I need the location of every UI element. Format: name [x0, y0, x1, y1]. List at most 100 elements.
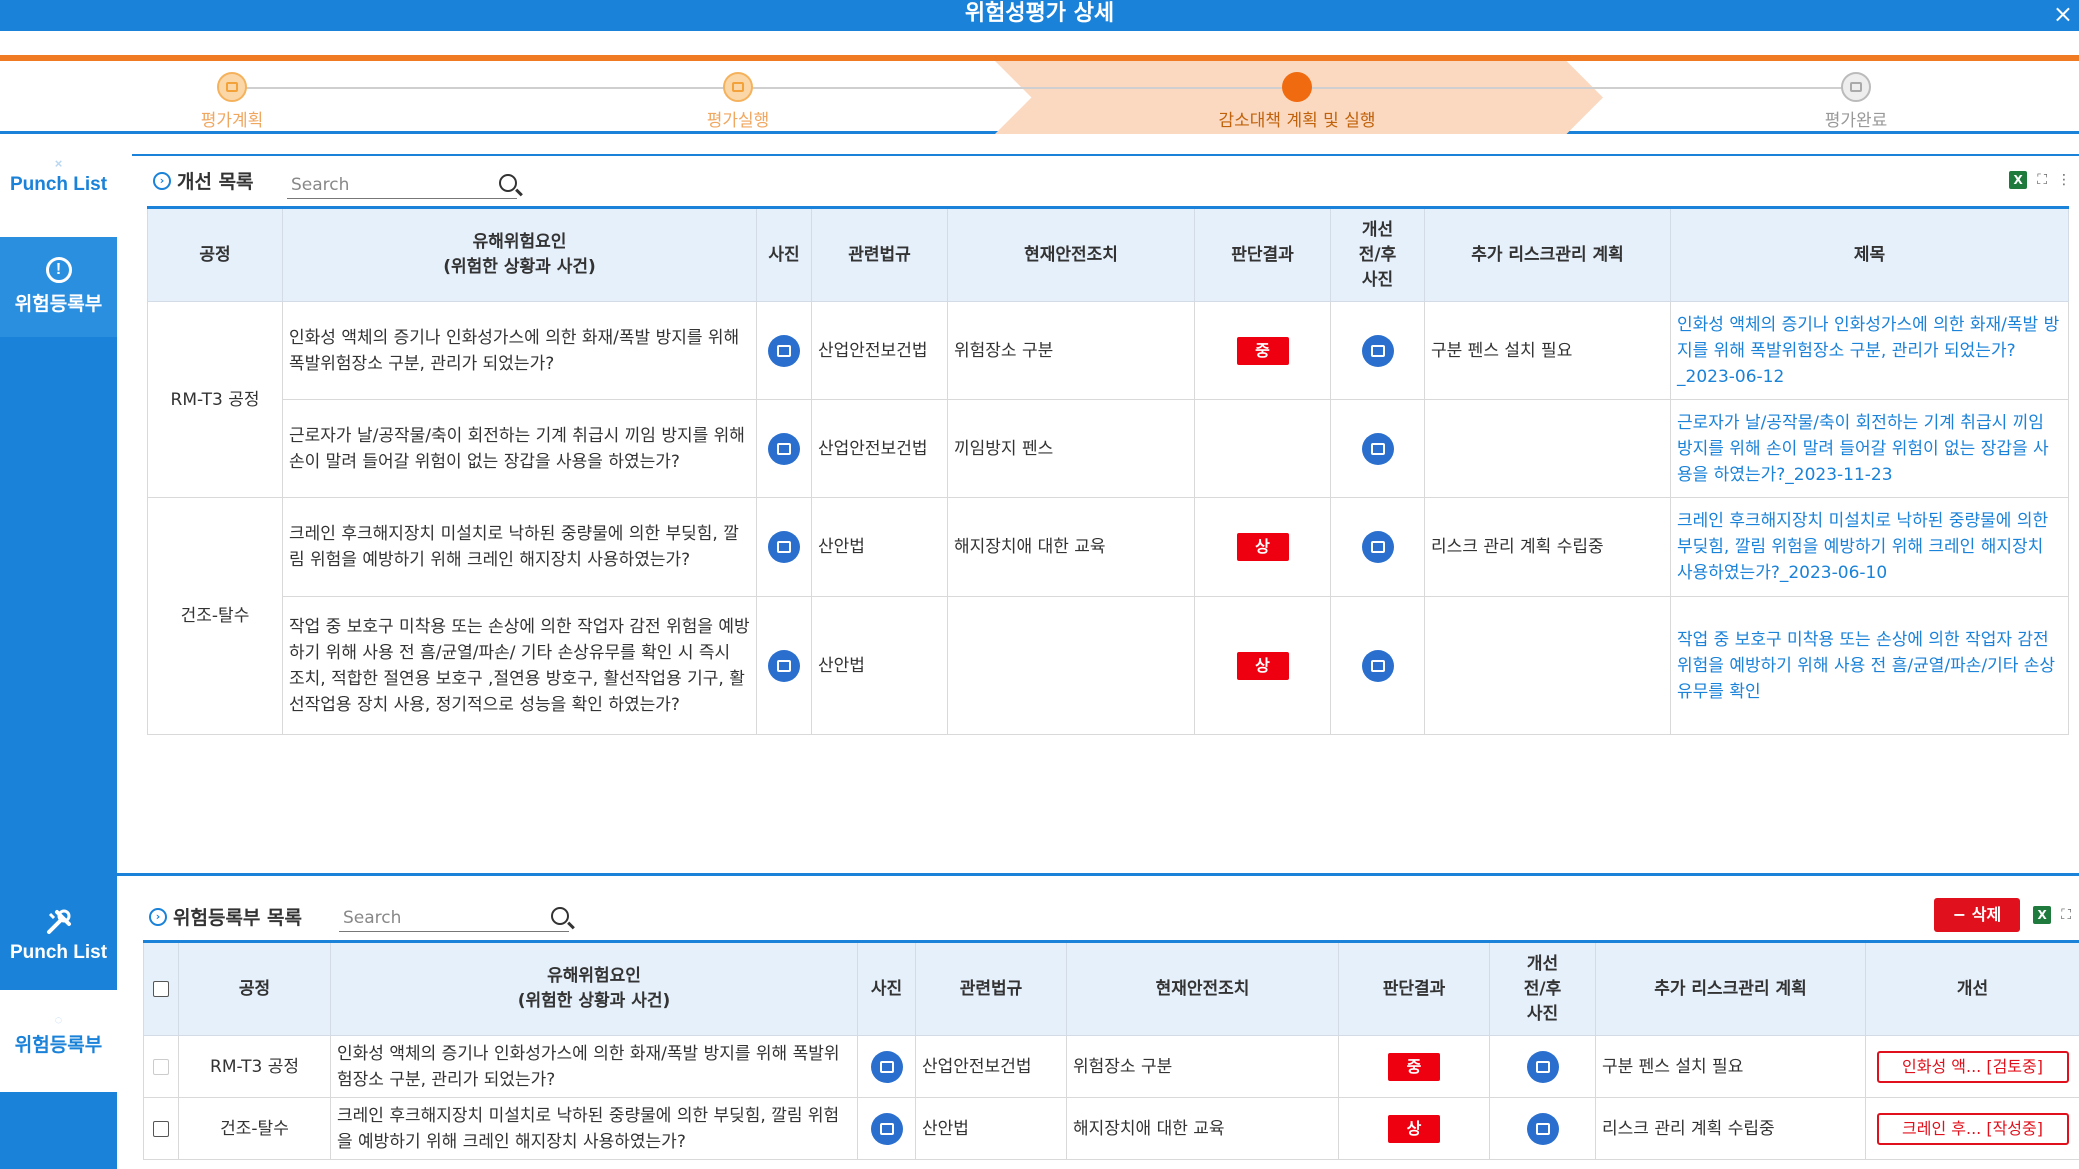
plan-cell: 구분 펜스 설치 필요 [1595, 1035, 1866, 1098]
step-plan[interactable]: 평가계획 [132, 72, 332, 131]
law-cell: 산안법 [811, 596, 948, 735]
alert-icon: ! [45, 257, 72, 283]
image-icon[interactable] [1361, 432, 1394, 465]
before-after-photo-cell [1489, 1035, 1596, 1098]
image-icon[interactable] [1361, 334, 1394, 367]
process-cell: 건조-탈수 [178, 1097, 331, 1160]
excel-icon[interactable]: X [2033, 906, 2052, 924]
step-mitigation[interactable]: 감소대책 계획 및 실행 [1197, 72, 1397, 131]
window-titlebar: 위험성평가 상세 × [0, 0, 2079, 31]
step-complete[interactable]: 평가완료 [1756, 72, 1956, 131]
table-row[interactable]: RM-T3 공정 인화성 액체의 증기나 인화성가스에 의한 화재/폭발 방지를… [147, 301, 2069, 498]
col-process: 공정 [147, 207, 283, 302]
sidebar-item-label: Punch List [9, 174, 108, 195]
photo-cell [756, 497, 812, 597]
image-icon[interactable] [768, 334, 800, 367]
image-icon[interactable] [768, 432, 800, 465]
sidebar-item-punch-list[interactable]: × Punch List [0, 134, 117, 237]
measure-cell: 해지장치애 대한 교육 [1066, 1097, 1339, 1160]
table-row[interactable]: 근로자가 날/공작물/축이 회전하는 기계 취급시 끼임 방지를 위해 손이 말… [148, 399, 2069, 498]
title-link[interactable]: 크레인 후크해지장치 미설치로 낙하된 중량물에 의한 부딪힘, 깔림 위험을 … [1670, 497, 2069, 597]
close-icon: × [54, 156, 63, 171]
improve-cell: 인화성 액... [검토중] [1865, 1035, 2079, 1098]
progress-stepper: 평가계획 평가실행 감소대책 계획 및 실행 평가완료 [0, 61, 2079, 134]
search-icon[interactable] [551, 907, 569, 925]
before-after-photo-cell [1489, 1097, 1596, 1160]
col-law: 관련법규 [811, 207, 948, 302]
title-link[interactable]: 근로자가 날/공작물/축이 회전하는 기계 취급시 끼임 방지를 위해 손이 말… [1670, 399, 2069, 498]
image-icon[interactable] [1361, 649, 1394, 682]
before-after-photo-cell [1330, 497, 1425, 597]
sidebar-item-label: 위험등록부 [14, 294, 103, 315]
image-icon[interactable] [1526, 1050, 1559, 1083]
image-icon[interactable] [870, 1050, 903, 1083]
law-cell: 산업안전보건법 [915, 1035, 1067, 1098]
hazard-cell: 근로자가 날/공작물/축이 회전하는 기계 취급시 끼임 방지를 위해 손이 말… [282, 399, 757, 498]
row-checkbox-cell [143, 1035, 179, 1098]
step-execute[interactable]: 평가실행 [638, 72, 838, 131]
col-title: 제목 [1670, 207, 2069, 302]
col-process: 공정 [178, 941, 331, 1036]
step-label: 평가계획 [200, 111, 264, 131]
select-all-checkbox[interactable] [153, 980, 169, 997]
step-done-icon [217, 72, 247, 102]
col-plan: 추가 리스크관리 계획 [1424, 207, 1671, 302]
improve-cell: 크레인 후... [작성중] [1865, 1097, 2079, 1160]
photo-cell [857, 1035, 916, 1098]
row-checkbox[interactable] [153, 1058, 169, 1075]
sidebar-item-punch-list-2[interactable]: Punch List [0, 886, 117, 990]
table-row[interactable]: 건조-탈수 크레인 후크해지장치 미설치로 낙하된 중량물에 의한 부딪힘, 깔… [143, 1097, 2079, 1160]
grade-cell [1194, 399, 1331, 498]
search-placeholder: Search [343, 908, 402, 928]
col-before-after-photo: 개선 전/후 사진 [1489, 941, 1596, 1036]
photo-cell [756, 399, 812, 498]
select-all-cell [143, 941, 179, 1036]
measure-cell [947, 596, 1195, 735]
step-label: 평가실행 [706, 111, 770, 131]
image-icon[interactable] [768, 649, 800, 682]
excel-icon[interactable]: X [2009, 171, 2028, 189]
close-icon[interactable]: × [2053, 0, 2073, 28]
improve-status-button[interactable]: 크레인 후... [작성중] [1876, 1112, 2069, 1145]
row-checkbox[interactable] [153, 1120, 169, 1137]
sidebar-item-label: Punch List [9, 942, 108, 963]
grade-badge: 중 [1388, 1052, 1440, 1081]
table-row[interactable]: 건조-탈수 크레인 후크해지장치 미설치로 낙하된 중량물에 의한 부딪힘, 깔… [147, 497, 2069, 735]
measure-cell: 해지장치애 대한 교육 [947, 497, 1195, 597]
image-icon[interactable] [768, 531, 800, 563]
delete-button[interactable]: − 삭제 [1934, 898, 2020, 932]
fullscreen-icon[interactable]: ⛶ [2061, 907, 2071, 923]
risk-register-table: 공정 유해위험요인 (위험한 상황과 사건) 사진 관련법규 현재안전조치 판단… [143, 940, 2079, 1160]
table-row[interactable]: RM-T3 공정 인화성 액체의 증기나 인화성가스에 의한 화재/폭발 방지를… [143, 1035, 2079, 1098]
grade-cell: 상 [1194, 596, 1331, 735]
sidebar-item-risk-register-2[interactable]: ◌ 위험등록부 [0, 990, 117, 1092]
sidebar-item-risk-register[interactable]: ! 위험등록부 [0, 237, 117, 337]
improve-status-button[interactable]: 인화성 액... [검토중] [1876, 1050, 2069, 1083]
col-law: 관련법규 [915, 941, 1067, 1036]
title-link[interactable]: 인화성 액체의 증기나 인화성가스에 의한 화재/폭발 방지를 위해 폭발위험장… [1670, 301, 2069, 400]
plan-cell [1424, 399, 1671, 498]
image-icon[interactable] [1361, 531, 1394, 563]
col-plan: 추가 리스크관리 계획 [1595, 941, 1866, 1036]
more-icon[interactable]: ⋮ [2057, 172, 2071, 188]
panel-title: › 개선 목록 [153, 167, 254, 194]
panel-toolbar: X ⛶ ⋮ [2009, 171, 2071, 189]
plan-cell: 리스크 관리 계획 수립중 [1595, 1097, 1866, 1160]
table-row[interactable]: 작업 중 보호구 미착용 또는 손상에 의한 작업자 감전 위험을 예방하기 위… [148, 596, 2069, 735]
stepper-track [232, 87, 1856, 89]
image-icon[interactable] [1526, 1112, 1559, 1145]
fullscreen-icon[interactable]: ⛶ [2037, 172, 2047, 188]
search-input[interactable]: Search [287, 171, 517, 199]
measure-cell: 끼임방지 펜스 [947, 399, 1195, 498]
image-icon[interactable] [870, 1112, 903, 1145]
search-icon[interactable] [499, 174, 517, 192]
measure-cell: 위험장소 구분 [1066, 1035, 1339, 1098]
title-link[interactable]: 작업 중 보호구 미착용 또는 손상에 의한 작업자 감전 위험을 예방하기 위… [1670, 596, 2069, 735]
chevron-right-icon[interactable]: › [153, 171, 171, 190]
hazard-cell: 작업 중 보호구 미착용 또는 손상에 의한 작업자 감전 위험을 예방하기 위… [282, 596, 757, 735]
risk-register-panel: › 위험등록부 목록 Search − 삭제 X ⛶ 공정 유해위험요인 (위험… [117, 876, 2079, 1169]
window-title: 위험성평가 상세 [964, 1, 1115, 26]
search-input[interactable]: Search [339, 904, 569, 932]
law-cell: 산업안전보건법 [811, 399, 948, 498]
chevron-right-icon[interactable]: › [149, 907, 167, 926]
